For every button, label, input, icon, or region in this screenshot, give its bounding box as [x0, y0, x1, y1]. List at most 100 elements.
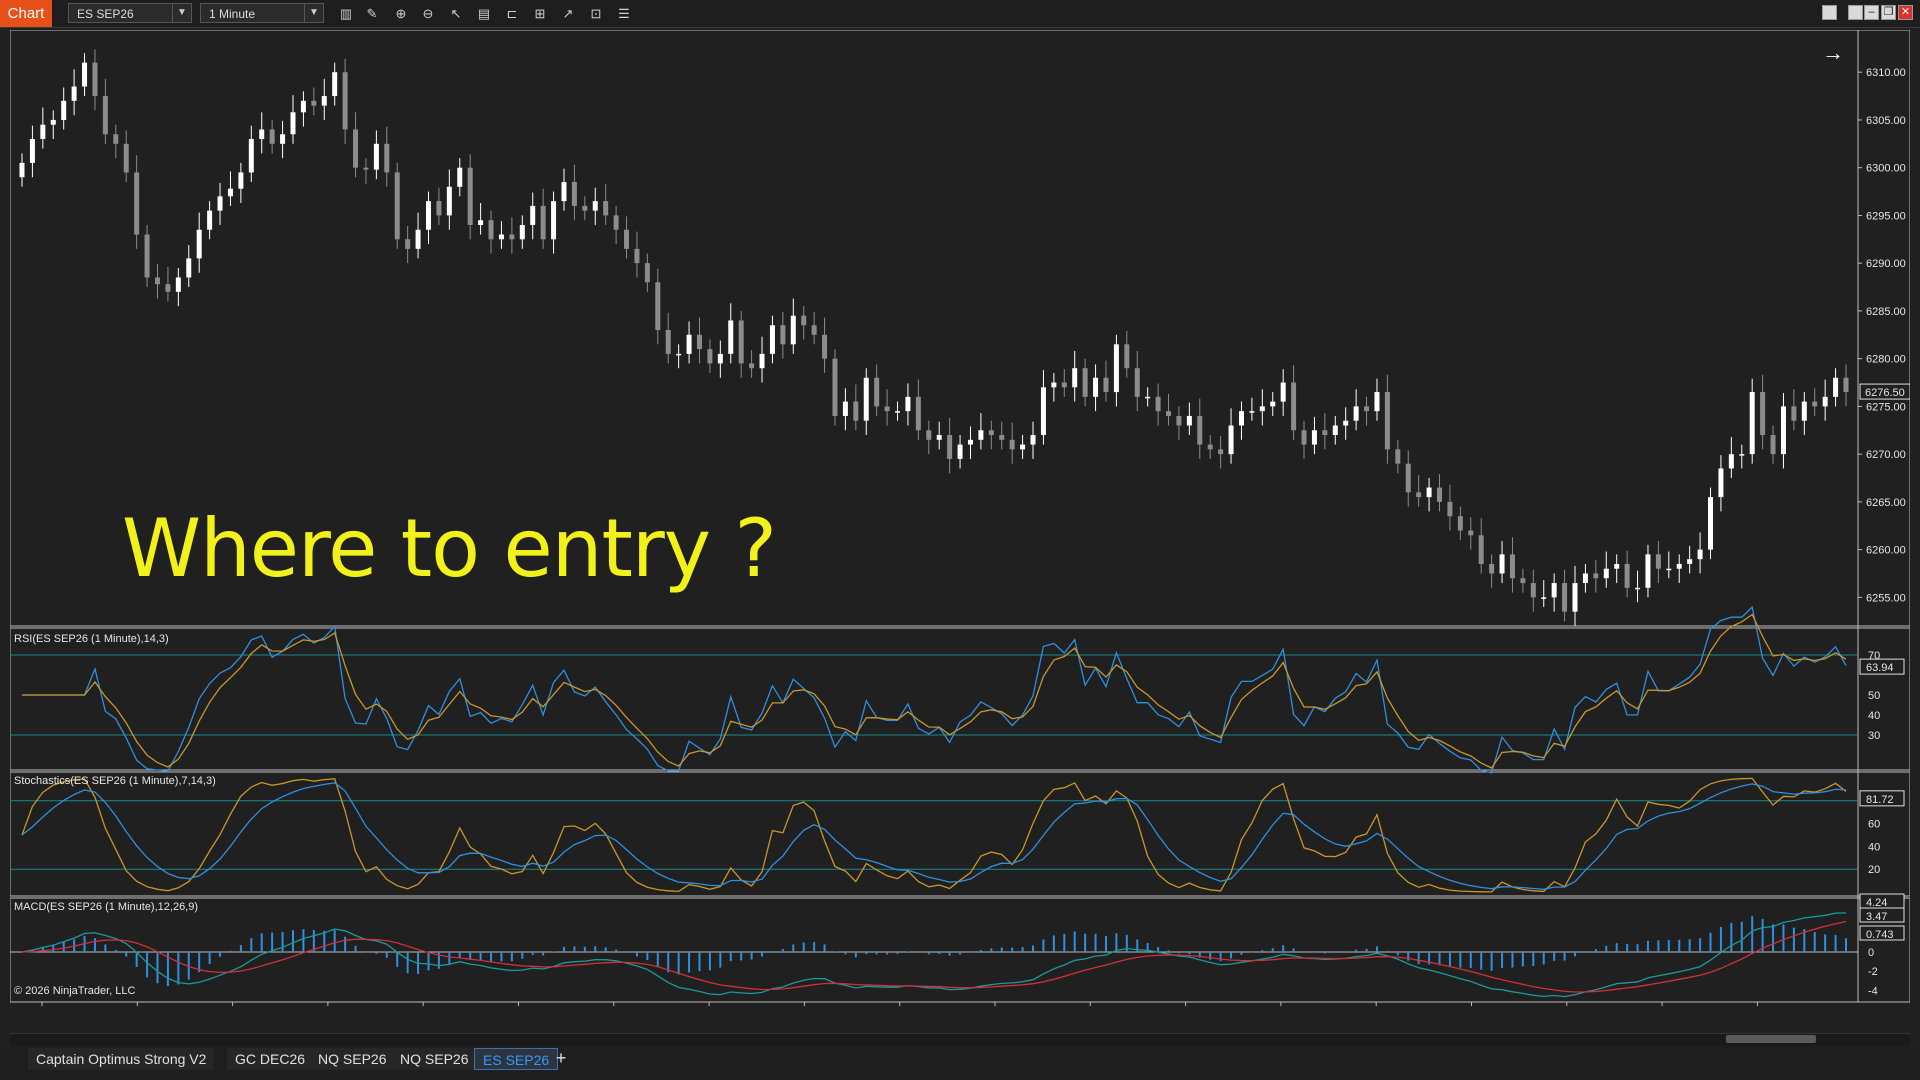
candle-body — [1572, 583, 1578, 612]
candle-body — [123, 143, 129, 173]
candle-body — [1259, 406, 1265, 412]
candle-body — [1843, 377, 1849, 393]
candle-body — [207, 210, 213, 230]
tile-window-icon[interactable] — [1822, 5, 1837, 20]
candle-body — [29, 139, 35, 163]
candle-body — [1791, 406, 1797, 421]
tab-nq-sep26-b[interactable]: NQ SEP26 — [392, 1048, 477, 1070]
candle-body — [1364, 406, 1370, 412]
macd-signal-line — [21, 920, 1847, 993]
candle-body — [175, 277, 181, 292]
minimize-icon[interactable]: – — [1864, 5, 1879, 20]
drawing-tool-icon[interactable]: ✎ — [362, 4, 382, 24]
chart-trader-icon[interactable]: ⊏ — [502, 4, 522, 24]
candle-body — [1322, 430, 1328, 436]
macd-title: MACD(ES SEP26 (1 Minute),12,26,9) — [14, 901, 198, 913]
scrollbar-thumb[interactable] — [1726, 1035, 1816, 1043]
candle-body — [217, 196, 223, 211]
candle-body — [957, 444, 963, 459]
bar-type-icon[interactable]: ▥ — [336, 4, 356, 24]
candle-body — [415, 229, 421, 249]
candle-body — [1499, 554, 1505, 574]
stoch-tick-label: 40 — [1868, 841, 1880, 853]
candle-body — [1478, 535, 1484, 564]
macd-panel-frame — [10, 897, 1910, 1003]
candle-body — [1739, 454, 1745, 456]
candle-body — [999, 435, 1005, 440]
candle-body — [1520, 578, 1526, 584]
candle-body — [1614, 563, 1620, 569]
data-box-icon[interactable]: ▤ — [474, 4, 494, 24]
candle-body — [1113, 344, 1119, 393]
candle-body — [1093, 377, 1099, 397]
properties-icon[interactable]: ☰ — [614, 4, 634, 24]
candle-body — [40, 124, 46, 140]
candle-body — [82, 62, 88, 87]
close-icon[interactable]: ✕ — [1898, 5, 1913, 20]
candle-body — [300, 100, 306, 113]
candle-body — [1447, 501, 1453, 517]
interval-selector[interactable]: 1 Minute ▼ — [200, 3, 324, 23]
candle-body — [1645, 554, 1651, 588]
candle-body — [1176, 415, 1182, 426]
candle-body — [1072, 368, 1078, 388]
group-window-icon[interactable] — [1848, 5, 1863, 20]
candle-body — [1384, 392, 1390, 450]
candle-body — [144, 234, 150, 278]
instrument-selector[interactable]: ES SEP26 ▼ — [68, 3, 192, 23]
candle-body — [165, 284, 171, 292]
candle-body — [1374, 392, 1380, 412]
candle-body — [154, 277, 160, 285]
price-tick-label: 6305.00 — [1866, 115, 1906, 127]
candle-body — [71, 86, 77, 101]
candle-body — [373, 143, 379, 170]
candle-body — [863, 377, 869, 421]
candle-body — [665, 330, 671, 354]
restore-icon[interactable]: ❐ — [1881, 5, 1896, 20]
candle-body — [728, 320, 734, 354]
candle-body — [655, 282, 661, 330]
add-tab-icon[interactable]: + — [550, 1048, 572, 1070]
tab-es-sep26[interactable]: ES SEP26 — [474, 1048, 559, 1070]
zoom-out-icon[interactable]: ⊖ — [418, 4, 438, 24]
zoom-in-icon[interactable]: ⊕ — [391, 4, 411, 24]
candle-body — [1770, 435, 1776, 455]
candle-body — [936, 435, 942, 440]
arrow-right-icon[interactable]: → — [1822, 40, 1844, 66]
candle-body — [259, 129, 265, 140]
candle-body — [801, 315, 807, 326]
candle-body — [905, 396, 911, 412]
candle-body — [363, 167, 369, 170]
chart-scrollbar[interactable] — [10, 1033, 1910, 1046]
candle-body — [1551, 583, 1557, 598]
candle-body — [1238, 411, 1244, 426]
candle-body — [1676, 563, 1682, 569]
price-tick-label: 6280.00 — [1866, 354, 1906, 366]
chevron-down-icon[interactable]: ▼ — [172, 4, 191, 22]
candle-body — [561, 182, 567, 202]
chevron-down-icon[interactable]: ▼ — [304, 4, 323, 22]
candle-body — [686, 334, 692, 354]
candle-body — [592, 201, 598, 211]
candle-body — [92, 62, 98, 97]
tab-captain-optimus[interactable]: Captain Optimus Strong V2 — [28, 1048, 215, 1070]
interval-selector-value: 1 Minute — [209, 7, 256, 21]
candle-body — [102, 96, 108, 135]
candle-body — [248, 139, 254, 173]
strategies-icon[interactable]: ⊡ — [586, 4, 606, 24]
stoch-k-line — [21, 777, 1847, 893]
candle-body — [967, 439, 973, 445]
candle-body — [749, 363, 755, 369]
candle-body — [1437, 487, 1443, 502]
tab-nq-sep26-a[interactable]: NQ SEP26 — [310, 1048, 395, 1070]
candle-body — [1416, 492, 1422, 498]
candle-body — [571, 182, 577, 206]
last-price-label: 6276.50 — [1865, 387, 1905, 399]
candle-body — [1655, 554, 1661, 569]
tab-gc-dec26[interactable]: GC DEC26 — [227, 1048, 314, 1070]
candle-body — [1812, 401, 1818, 407]
price-tick-label: 6300.00 — [1866, 163, 1906, 175]
pointer-icon[interactable]: ↖ — [446, 4, 466, 24]
indicators-icon[interactable]: ↗ — [558, 4, 578, 24]
snapshot-icon[interactable]: ⊞ — [530, 4, 550, 24]
